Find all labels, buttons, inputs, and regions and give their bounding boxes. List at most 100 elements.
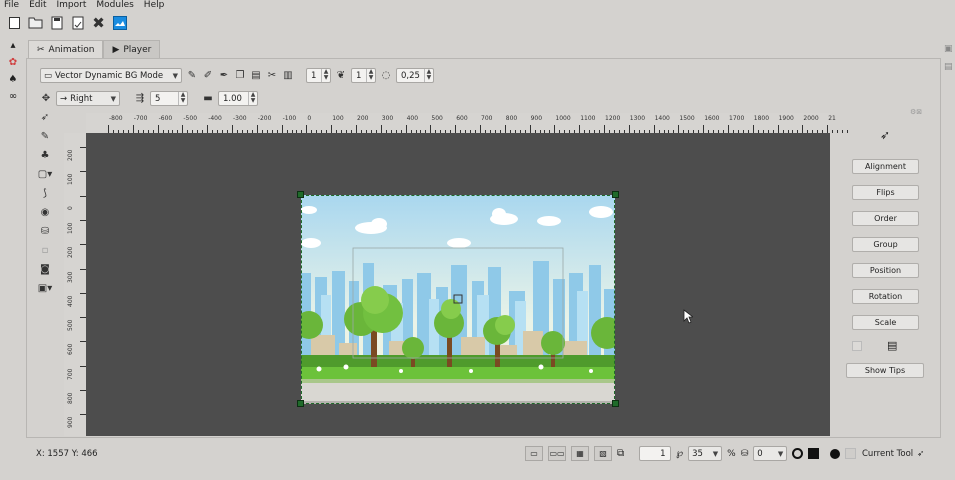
ruler-label: 900	[530, 115, 543, 122]
marker-icon[interactable]: ✒	[218, 69, 230, 83]
menu-help[interactable]: Help	[144, 0, 165, 11]
direction-value: Right	[70, 93, 93, 104]
value1-spinbox[interactable]: 1 ▲ ▼	[306, 68, 331, 83]
options-row-1: ▭ Vector Dynamic BG Mode ▼ ✎ ✐ ✒ ❐ ▤ ✂ ▥…	[40, 67, 434, 84]
spin-arrows-icon[interactable]: ▲ ▼	[178, 92, 187, 105]
ruler-tick	[232, 125, 233, 133]
save-as-icon[interactable]	[69, 14, 86, 31]
page-icon[interactable]: ▤	[944, 62, 953, 72]
color-swatch-icon[interactable]	[845, 448, 857, 459]
ruler-label: -300	[233, 115, 247, 122]
tab-player[interactable]: ▶ Player	[103, 40, 161, 59]
frame-value: 1	[660, 448, 666, 459]
resize-handle-top-left[interactable]	[297, 191, 304, 198]
tab-animation[interactable]: ✂ Animation	[28, 40, 104, 59]
view-double-icon[interactable]: ▭▭	[548, 446, 566, 461]
group-button[interactable]: Group	[852, 237, 919, 252]
ruler-label: 100	[67, 222, 74, 234]
rotation-button[interactable]: Rotation	[852, 289, 919, 304]
resize-handle-top-right[interactable]	[612, 191, 619, 198]
cut-icon[interactable]: ✂	[266, 69, 278, 83]
animation-icon: ✂	[37, 45, 45, 55]
camera-icon[interactable]: ◙	[38, 262, 52, 276]
menu-import[interactable]: Import	[57, 0, 87, 11]
lasso-icon[interactable]: ⟆	[38, 186, 52, 200]
ruler-label: 1800	[753, 115, 770, 122]
mode-select[interactable]: ▭ Vector Dynamic BG Mode ▼	[40, 68, 182, 83]
black-circle-icon[interactable]	[830, 448, 841, 459]
bucket-icon[interactable]: ⛁	[38, 224, 52, 238]
main-toolbar: ✖	[6, 14, 128, 32]
ruler-label: -500	[183, 115, 198, 122]
pen-icon[interactable]: ✐	[202, 69, 214, 83]
dock-icon[interactable]: ▣	[944, 44, 953, 54]
layer-icon[interactable]: ▫	[38, 243, 52, 257]
brush-size-select[interactable]: 35 ▼	[688, 446, 723, 461]
ruler-tick	[331, 125, 333, 133]
direction-select[interactable]: → Right ▼	[56, 91, 120, 106]
open-folder-icon[interactable]	[27, 14, 44, 31]
frame-spinbox[interactable]: 1	[639, 446, 672, 461]
percent-label: %	[727, 448, 736, 459]
close-icon[interactable]: ✖	[90, 14, 107, 32]
layer-select[interactable]: 0 ▼	[753, 446, 788, 461]
ruler-tick	[356, 125, 357, 133]
palette-icon[interactable]: ✿	[9, 57, 17, 68]
trash-icon[interactable]: ▥	[282, 69, 294, 83]
flips-button[interactable]: Flips	[852, 185, 919, 200]
ruler-label: 300	[381, 115, 394, 122]
scale-button[interactable]: Scale	[852, 315, 919, 330]
pencil-icon[interactable]: ✎	[38, 129, 52, 143]
position-button[interactable]: Position	[852, 263, 919, 278]
save-icon[interactable]	[48, 14, 65, 31]
paste-icon[interactable]: ▤	[250, 69, 262, 83]
rectangle-icon[interactable]: ▢▾	[38, 167, 52, 181]
new-file-icon[interactable]	[6, 14, 23, 31]
view-grid-icon[interactable]: ▦	[571, 446, 589, 461]
copy-icon[interactable]: ❐	[234, 69, 246, 83]
outline-circle-icon[interactable]	[792, 448, 804, 459]
document-icon[interactable]: ▤	[887, 339, 897, 352]
checkbox-icon[interactable]	[852, 341, 862, 351]
value2-spinbox[interactable]: 1 ▲ ▼	[351, 68, 376, 83]
collapse-arrow-icon[interactable]: ▴	[10, 40, 15, 51]
menu-modules[interactable]: Modules	[96, 0, 133, 11]
ruler-tick	[380, 125, 382, 133]
spacing-spinbox[interactable]: 5 ▲ ▼	[150, 91, 188, 106]
ruler-label: -600	[158, 115, 173, 122]
opacity-spinbox[interactable]: 0,25 ▲ ▼	[396, 68, 434, 83]
opacity-text: 0,25	[401, 70, 420, 81]
image-tool-icon[interactable]: ▣▾	[38, 281, 52, 295]
current-tool-label: Current Tool	[862, 449, 914, 459]
glasses-icon[interactable]: ∞	[9, 91, 17, 102]
layers-icon[interactable]: ⧉	[617, 448, 624, 459]
move-icon[interactable]: ✥	[40, 92, 52, 106]
black-square-icon[interactable]	[808, 448, 820, 459]
scale-spinbox[interactable]: 1.00 ▲ ▼	[218, 91, 258, 106]
spin-arrows-icon[interactable]: ▲ ▼	[248, 92, 257, 105]
eye-icon[interactable]: ◉	[38, 205, 52, 219]
show-tips-button[interactable]: Show Tips	[846, 363, 924, 378]
ink-icon[interactable]: ♠	[9, 74, 18, 85]
menu-edit[interactable]: Edit	[29, 0, 46, 11]
order-button[interactable]: Order	[852, 211, 919, 226]
ruler-tick	[604, 125, 605, 133]
ruler-label: 400	[67, 295, 74, 307]
view-image-icon[interactable]: ▧	[594, 446, 612, 461]
menu-file[interactable]: File	[4, 0, 19, 11]
ruler-label: 800	[67, 392, 74, 404]
spin-arrows-icon[interactable]: ▲ ▼	[366, 69, 375, 82]
tree-icon[interactable]: ♣	[38, 148, 52, 162]
panel-settings-icon[interactable]: ⚙⊠	[910, 108, 922, 116]
brush-icon[interactable]: ✎	[186, 69, 198, 83]
ruler-label: 1100	[580, 115, 596, 122]
resize-handle-bottom-left[interactable]	[297, 400, 304, 407]
view-single-icon[interactable]: ▭	[525, 446, 543, 461]
spin-arrows-icon[interactable]: ▲ ▼	[321, 69, 330, 82]
alignment-button[interactable]: Alignment	[852, 159, 919, 174]
resize-handle-bottom-right[interactable]	[612, 400, 619, 407]
spin-arrows-icon[interactable]: ▲ ▼	[423, 69, 433, 82]
ruler-label: 600	[67, 343, 74, 356]
image-icon[interactable]	[111, 14, 128, 31]
select-arrow-icon[interactable]: ➶	[38, 110, 52, 124]
